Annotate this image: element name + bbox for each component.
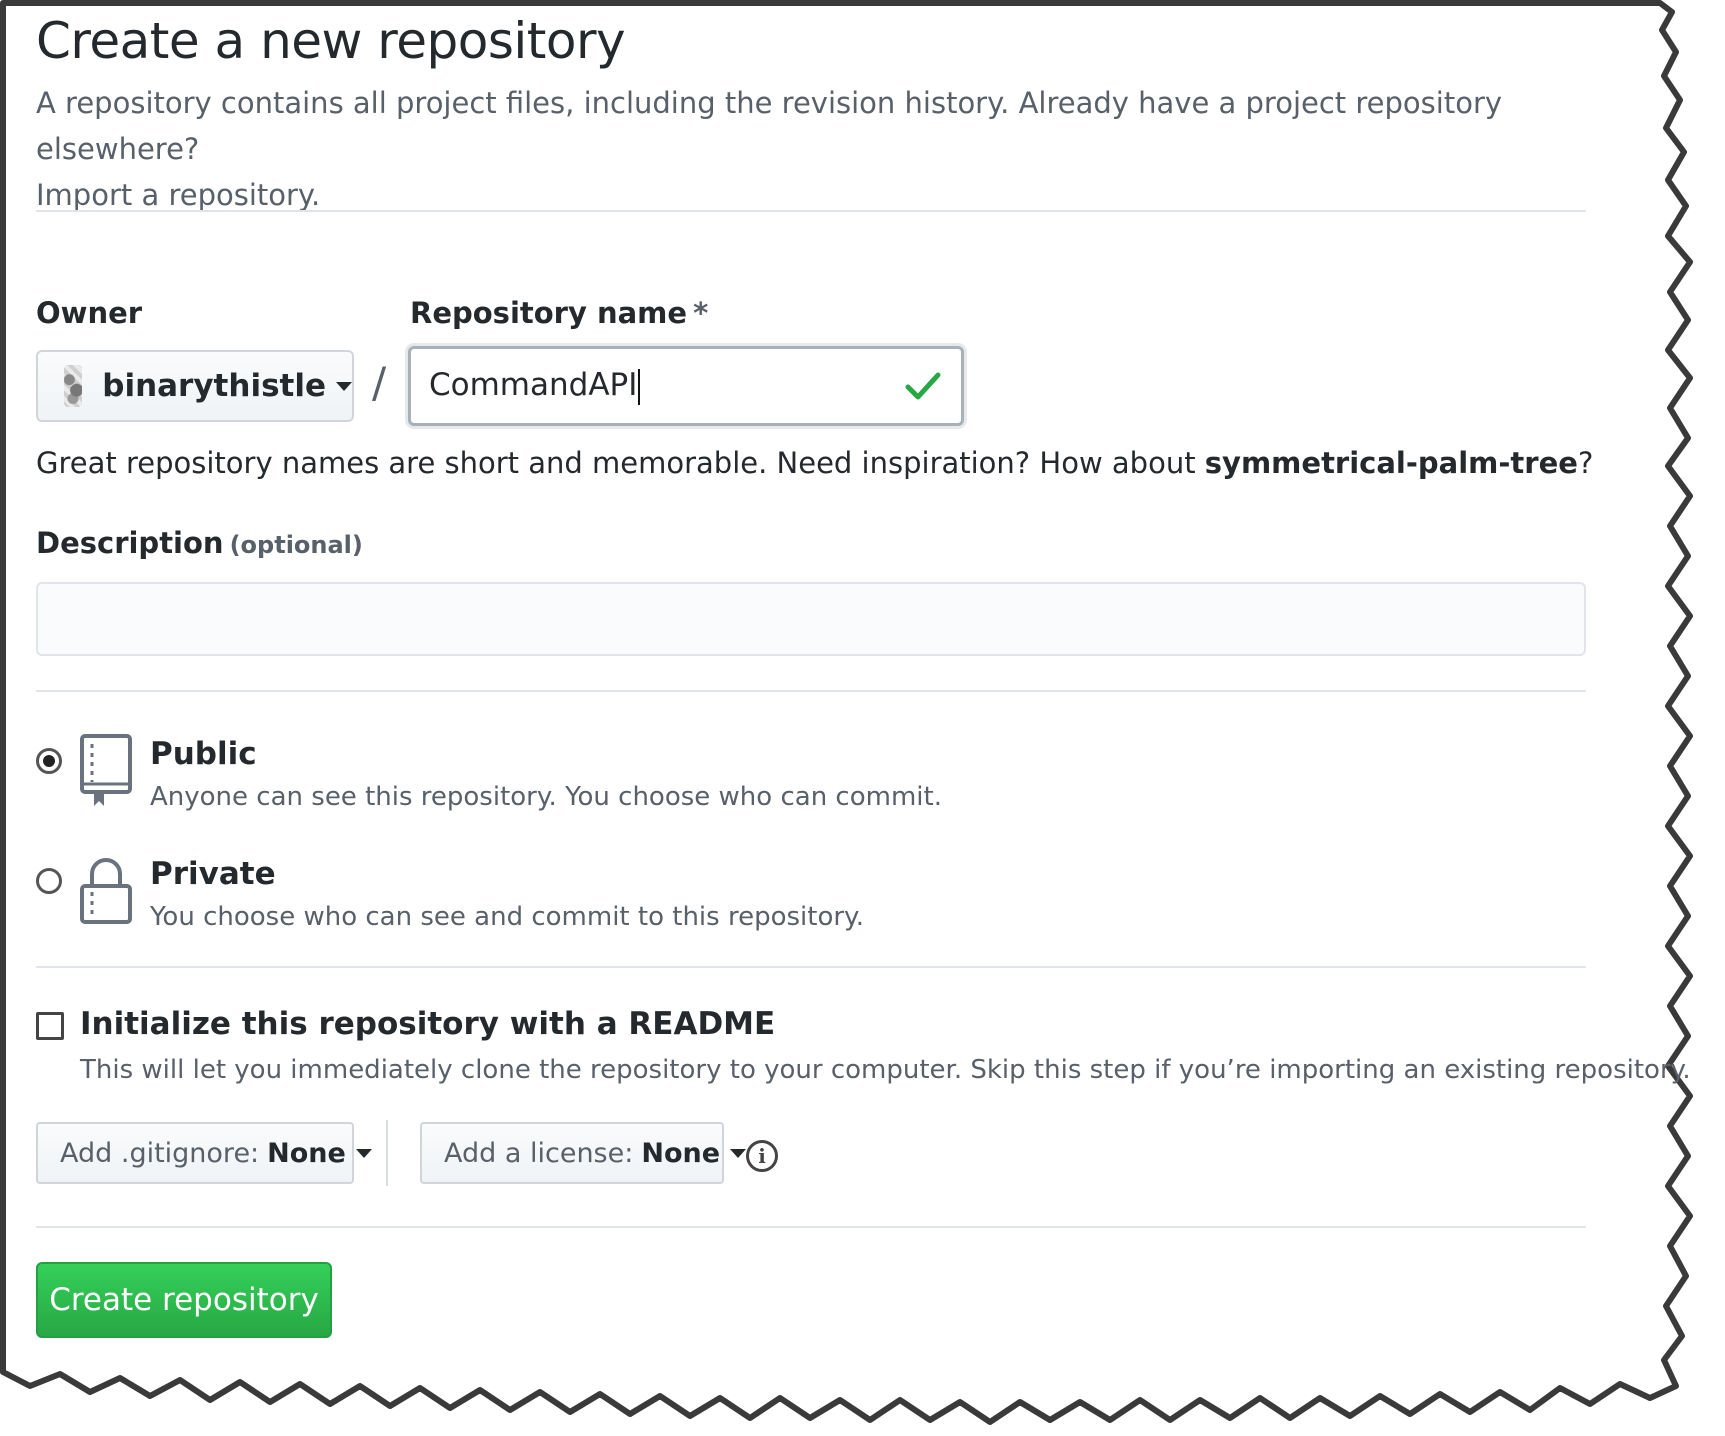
hint-text: Great repository names are short and mem…	[36, 446, 1205, 480]
optional-tag: (optional)	[229, 531, 363, 559]
repo-name-label-text: Repository name	[410, 296, 688, 330]
import-repository-link[interactable]: Import a repository.	[36, 178, 320, 212]
gitignore-select[interactable]: Add .gitignore: None	[36, 1122, 372, 1184]
description-label: Description (optional)	[36, 526, 363, 560]
repo-name-hint: Great repository names are short and mem…	[36, 446, 1593, 480]
lock-icon	[80, 858, 132, 924]
avatar	[64, 365, 83, 407]
description-label-text: Description	[36, 526, 224, 560]
section-divider	[36, 210, 1586, 212]
gitignore-label: Add .gitignore:	[60, 1137, 260, 1169]
page-intro: A repository contains all project files,…	[36, 80, 1596, 218]
public-title: Public	[150, 736, 257, 772]
intro-text: A repository contains all project files,…	[36, 86, 1503, 166]
create-repository-button[interactable]: Create repository	[36, 1262, 332, 1338]
repository-name-value: CommandAPI	[429, 367, 905, 405]
visibility-public-option[interactable]: Public Anyone can see this repository. Y…	[36, 734, 1236, 816]
info-icon[interactable]: i	[746, 1140, 778, 1172]
chevron-down-icon	[730, 1148, 747, 1158]
text-cursor	[638, 368, 641, 405]
section-divider	[36, 690, 1586, 692]
select-separator	[386, 1120, 388, 1186]
check-icon	[905, 372, 941, 400]
license-value: None	[641, 1137, 721, 1169]
repository-name-text: CommandAPI	[429, 367, 638, 404]
section-divider	[36, 966, 1586, 968]
repo-name-label: Repository name *	[410, 296, 708, 330]
owner-select[interactable]: binarythistle	[36, 350, 354, 422]
owner-label: Owner	[36, 296, 143, 330]
repo-book-icon	[80, 734, 132, 806]
section-divider	[36, 1226, 1586, 1228]
page-title: Create a new repository	[36, 12, 626, 70]
chevron-down-icon	[336, 381, 352, 391]
hint-suffix: ?	[1577, 446, 1594, 480]
private-title: Private	[150, 856, 276, 892]
private-description: You choose who can see and commit to thi…	[150, 902, 864, 932]
chevron-down-icon	[355, 1148, 372, 1158]
description-input[interactable]	[36, 582, 1586, 656]
public-radio[interactable]	[36, 748, 62, 774]
owner-repo-separator: /	[372, 358, 387, 407]
owner-value: binarythistle	[102, 368, 326, 404]
private-radio[interactable]	[36, 868, 62, 894]
public-description: Anyone can see this repository. You choo…	[150, 782, 942, 812]
gitignore-value: None	[267, 1137, 346, 1169]
required-marker: *	[693, 296, 709, 330]
init-readme-title[interactable]: Initialize this repository with a README	[80, 1006, 775, 1042]
name-suggestion-link[interactable]: symmetrical-palm-tree	[1205, 446, 1578, 480]
init-readme-checkbox[interactable]	[36, 1012, 64, 1040]
license-select[interactable]: Add a license: None	[420, 1122, 747, 1184]
repository-name-input[interactable]: CommandAPI	[408, 346, 964, 426]
visibility-private-option[interactable]: Private You choose who can see and commi…	[36, 856, 1236, 936]
license-label: Add a license:	[444, 1137, 634, 1169]
init-readme-description: This will let you immediately clone the …	[80, 1055, 1691, 1085]
